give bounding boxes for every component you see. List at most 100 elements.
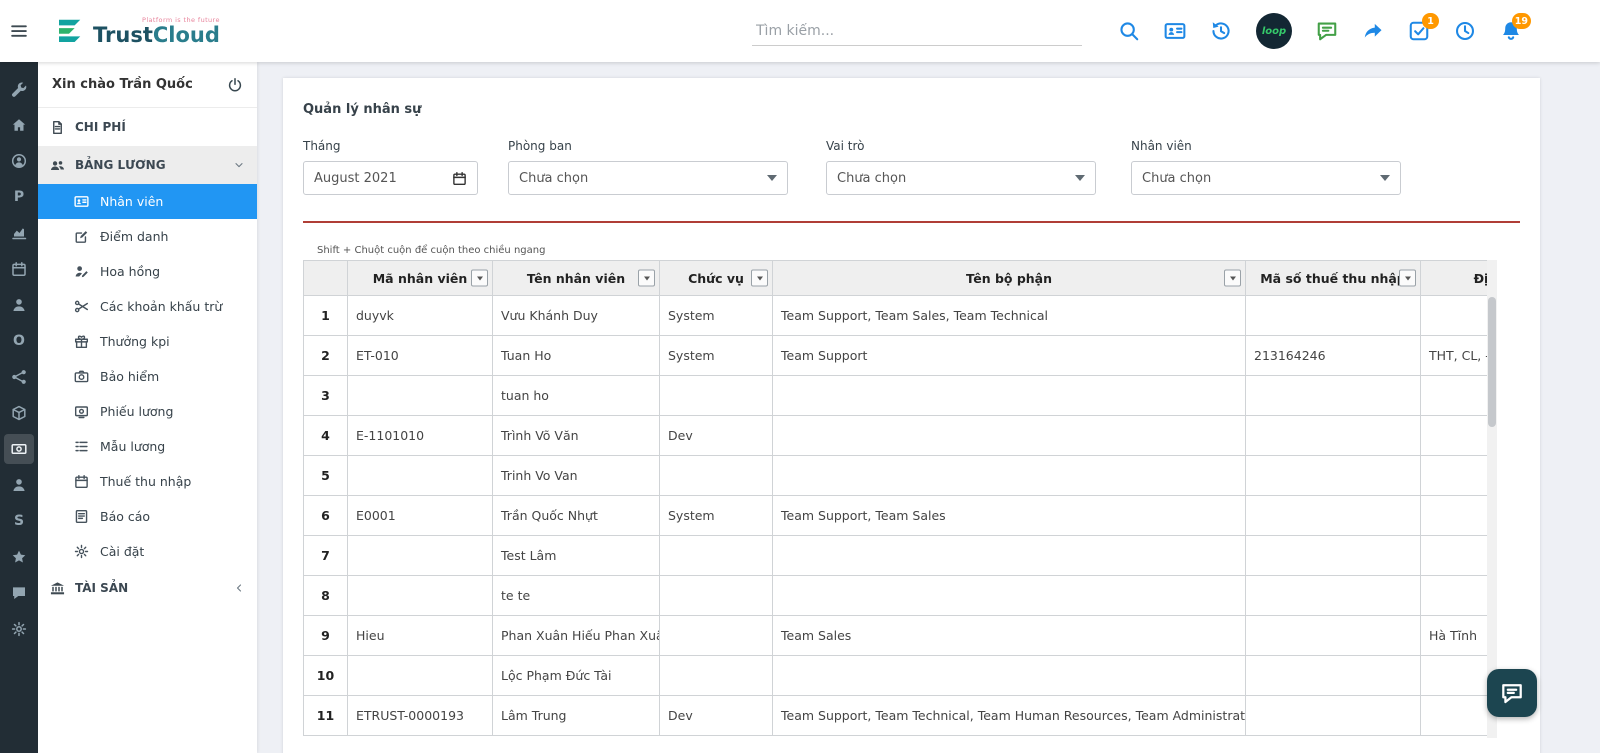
role-select[interactable]: Chưa chọn [826, 161, 1096, 195]
help-button[interactable] [1454, 20, 1476, 42]
chevron-left-icon [233, 582, 245, 594]
contacts-button[interactable] [1164, 20, 1186, 42]
sidebar-item-assets[interactable]: TÀI SẢN [38, 569, 257, 607]
rail-user-icon[interactable] [4, 290, 34, 320]
rail-gear-icon[interactable] [4, 614, 34, 644]
table-cell: Team Support, Team Technical, Team Human… [773, 696, 1246, 736]
table-row[interactable]: 2ET-010Tuan HoSystemTeam Support21316424… [304, 336, 1498, 376]
table-scrollbar[interactable] [1487, 260, 1497, 738]
table-row[interactable]: 7Test Lâm [304, 536, 1498, 576]
sidebar-item-salary[interactable]: BẢNG LƯƠNG [38, 146, 257, 184]
column-header [304, 261, 348, 296]
employee-select[interactable]: Chưa chọn [1131, 161, 1401, 195]
table-cell: Test Lâm [493, 536, 660, 576]
loop-logo[interactable]: loop [1256, 13, 1292, 49]
sidebar-subitem-8[interactable]: Thuế thu nhập [38, 464, 257, 499]
sidebar-subitem-2[interactable]: Hoa hồng [38, 254, 257, 289]
scrollbar-thumb[interactable] [1488, 297, 1496, 427]
column-filter-button[interactable] [471, 270, 488, 287]
search-button[interactable] [1118, 20, 1140, 42]
sidebar-item-expense[interactable]: CHI PHÍ [38, 108, 257, 146]
table-cell [773, 536, 1246, 576]
rail-calendar-icon[interactable] [4, 254, 34, 284]
tasks-button[interactable]: 1 [1408, 20, 1430, 42]
power-icon[interactable] [227, 77, 243, 93]
sidebar-subitem-7[interactable]: Mẫu lương [38, 429, 257, 464]
history-button[interactable] [1210, 20, 1232, 42]
sidebar-subitem-6[interactable]: Phiếu lương [38, 394, 257, 429]
table-row[interactable]: 6E0001Trần Quốc NhựtSystemTeam Support, … [304, 496, 1498, 536]
chat-button[interactable] [1487, 669, 1537, 717]
table-cell [1246, 656, 1421, 696]
rail-home-icon[interactable] [4, 110, 34, 140]
rail-nodes-icon[interactable] [4, 362, 34, 392]
id-card-icon [1164, 20, 1186, 42]
table-cell [660, 536, 773, 576]
table-cell [660, 456, 773, 496]
menu-icon[interactable] [0, 21, 38, 41]
comment-icon [1316, 20, 1338, 42]
rail-star-icon[interactable] [4, 542, 34, 572]
menu-label: TÀI SẢN [75, 581, 128, 595]
rail-chart-icon[interactable] [4, 218, 34, 248]
share-button[interactable] [1362, 20, 1384, 42]
sidebar-item-label: Thưởng kpi [100, 334, 170, 349]
bank-icon [50, 581, 65, 596]
feedback-button[interactable] [1316, 20, 1338, 42]
sidebar-subitem-0[interactable]: Nhân viên [38, 184, 257, 219]
rail-user-icon[interactable] [4, 470, 34, 500]
column-filter-button[interactable] [1399, 270, 1416, 287]
table-row[interactable]: 10Lộc Phạm Đức Tài [304, 656, 1498, 696]
column-filter-button[interactable] [1224, 270, 1241, 287]
table-cell: System [660, 336, 773, 376]
table-row[interactable]: 9HieuPhan Xuân Hiếu Phan XuânTeam SalesH… [304, 616, 1498, 656]
sidebar-subitem-1[interactable]: Điểm danh [38, 219, 257, 254]
search-input[interactable] [752, 17, 1082, 46]
rail-user-circle-icon[interactable] [4, 146, 34, 176]
sidebar-subitem-3[interactable]: Các khoản khấu trừ [38, 289, 257, 324]
table-cell: te te [493, 576, 660, 616]
table-cell [348, 656, 493, 696]
rail-cube-icon[interactable] [4, 398, 34, 428]
rail-letter-s-icon[interactable]: S [4, 506, 34, 536]
rail-money-icon[interactable] [4, 434, 34, 464]
sidebar: Xin chào Trần Quốc CHI PHÍ BẢNG LƯƠNG Nh… [38, 62, 257, 753]
sidebar-subitem-10[interactable]: Cài đặt [38, 534, 257, 569]
filters-row: ThángAugust 2021Phòng banChưa chọnVai tr… [303, 139, 1520, 195]
global-search [752, 17, 1082, 46]
rail-letter-p-icon[interactable]: P [4, 182, 34, 212]
filter-value: Chưa chọn [837, 171, 906, 186]
table-cell: Vưu Khánh Duy [493, 296, 660, 336]
department-select[interactable]: Chưa chọn [508, 161, 788, 195]
sidebar-subitem-5[interactable]: Bảo hiểm [38, 359, 257, 394]
gift-icon [74, 334, 89, 349]
content-card: Quản lý nhân sự ThángAugust 2021Phòng ba… [283, 78, 1540, 753]
table-row[interactable]: 11ETRUST-0000193Lâm TrungDevTeam Support… [304, 696, 1498, 736]
rail-wrench-icon[interactable] [4, 74, 34, 104]
table-row[interactable]: 3tuan ho [304, 376, 1498, 416]
month-select[interactable]: August 2021 [303, 161, 478, 195]
loop-logo-text: loop [1262, 26, 1286, 37]
table-cell [1421, 656, 1498, 696]
table-row[interactable]: 4E-1101010Trình Võ VănDev [304, 416, 1498, 456]
rail-chat-icon[interactable] [4, 578, 34, 608]
table-cell: Trình Võ Văn [493, 416, 660, 456]
list-icon [74, 439, 89, 454]
rail-letter-o-icon[interactable]: O [4, 326, 34, 356]
table-row[interactable]: 5Trinh Vo Van [304, 456, 1498, 496]
column-filter-button[interactable] [638, 270, 655, 287]
table-cell: Team Support [773, 336, 1246, 376]
column-filter-button[interactable] [751, 270, 768, 287]
table-row[interactable]: 8te te [304, 576, 1498, 616]
main-content: Quản lý nhân sự ThángAugust 2021Phòng ba… [257, 62, 1600, 753]
table-cell: Dev [660, 416, 773, 456]
sidebar-subitem-4[interactable]: Thưởng kpi [38, 324, 257, 359]
notifications-button[interactable]: 19 [1500, 20, 1522, 42]
table-cell: Trần Quốc Nhựt [493, 496, 660, 536]
sidebar-subitem-9[interactable]: Báo cáo [38, 499, 257, 534]
table-cell: Lộc Phạm Đức Tài [493, 656, 660, 696]
app-logo[interactable]: Platform is the future TrustCloud [54, 16, 220, 46]
table-row[interactable]: 1duyvkVưu Khánh DuySystemTeam Support, T… [304, 296, 1498, 336]
table-cell: System [660, 296, 773, 336]
table-header-row: Mã nhân viênTên nhân viênChức vụTên bộ p… [304, 261, 1498, 296]
